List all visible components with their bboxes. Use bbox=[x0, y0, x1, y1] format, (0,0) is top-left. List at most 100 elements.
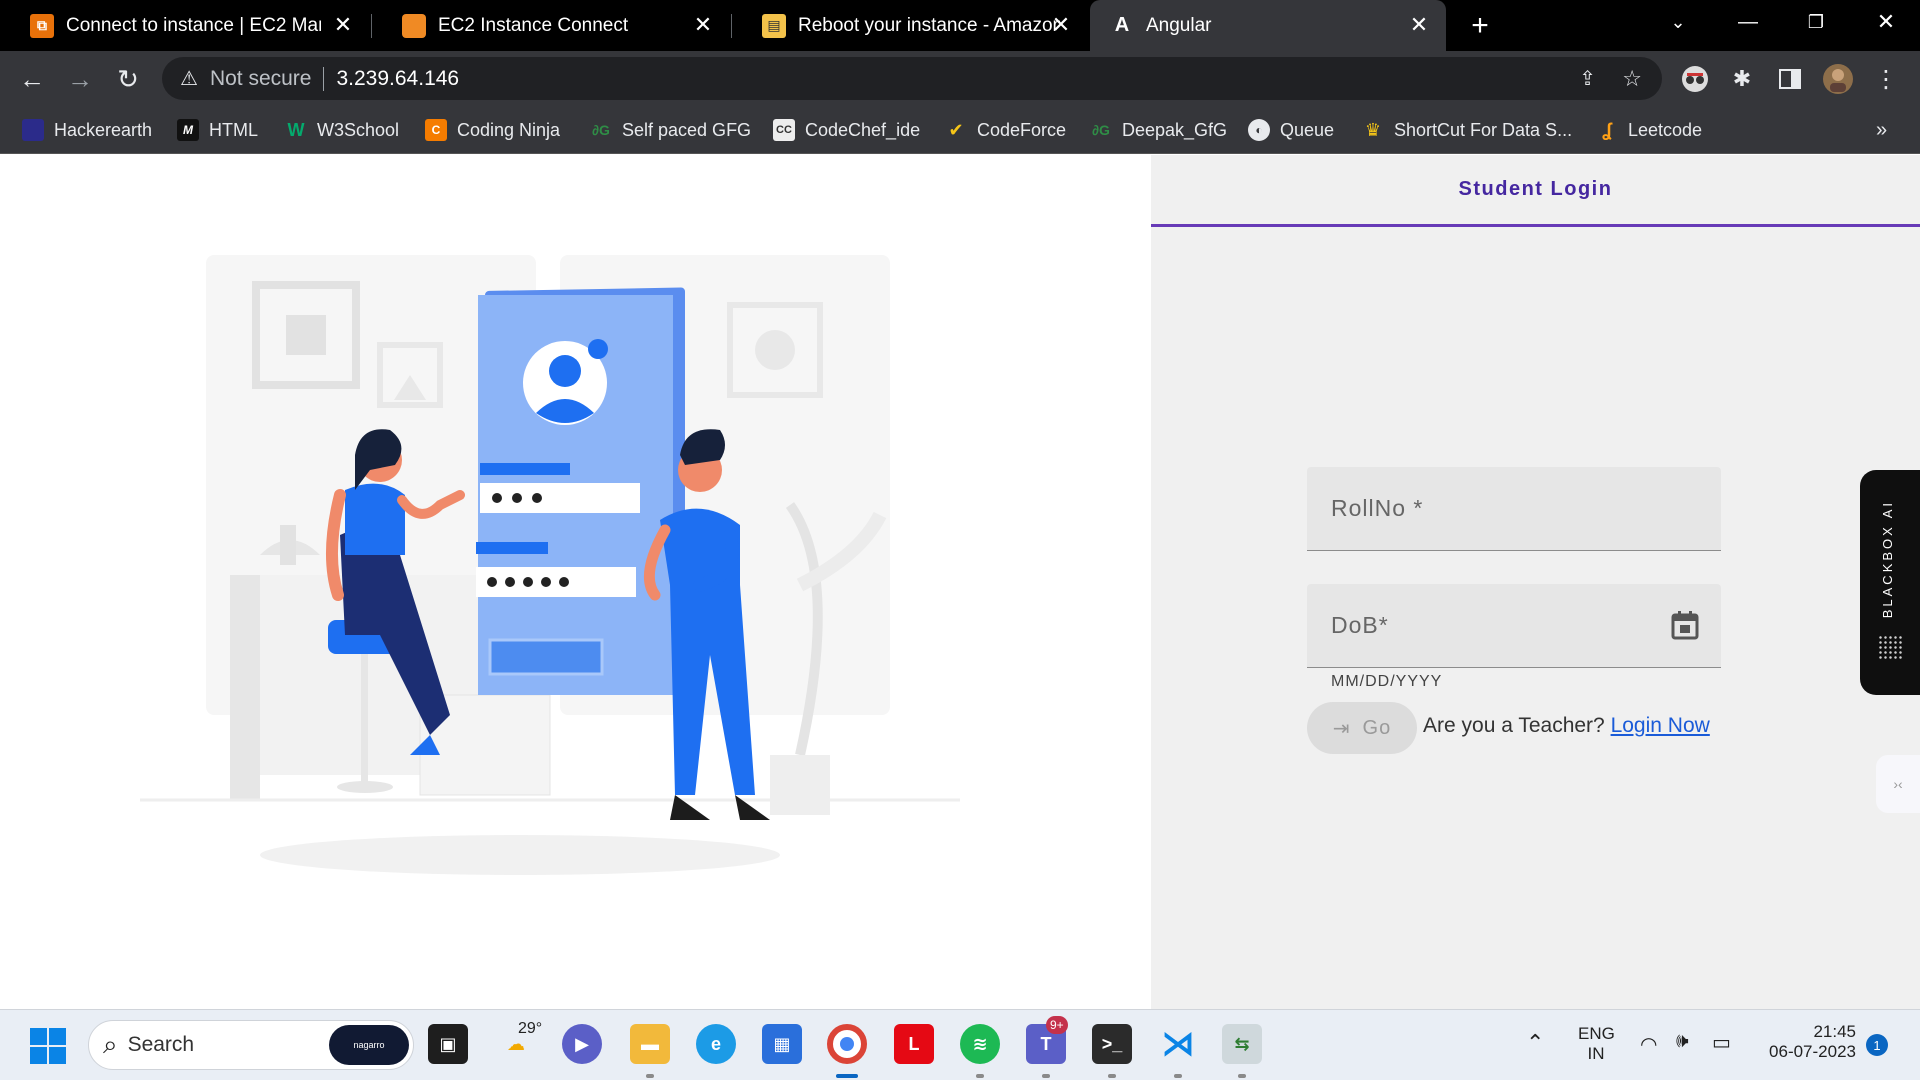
dob-field[interactable]: DoB* bbox=[1307, 584, 1721, 668]
bookmark-coding-ninja[interactable]: C Coding Ninja bbox=[425, 116, 560, 144]
teams-badge: 9+ bbox=[1046, 1016, 1068, 1034]
chrome-icon[interactable] bbox=[827, 1024, 867, 1064]
search-icon: ⌕ bbox=[103, 1029, 118, 1059]
tab-title: Angular bbox=[1146, 14, 1212, 36]
active-indicator bbox=[836, 1074, 858, 1078]
address-bar[interactable]: ⚠ Not secure 3.239.64.146 ⇪ ☆ bbox=[162, 57, 1662, 100]
search-badge: nagarro bbox=[329, 1025, 409, 1065]
spotify-icon[interactable]: ≋ bbox=[960, 1024, 1000, 1064]
search-placeholder: Search bbox=[127, 1033, 195, 1056]
forward-arrow-icon[interactable]: → bbox=[60, 59, 100, 99]
codeforces-icon: ✔ bbox=[948, 119, 964, 140]
angular-icon: A bbox=[1114, 14, 1130, 36]
dob-label: DoB* bbox=[1331, 612, 1389, 638]
taskbar-search[interactable]: ⌕ Search nagarro bbox=[88, 1020, 414, 1070]
task-view-icon[interactable]: ▣ bbox=[428, 1024, 468, 1064]
dob-format-hint: MM/DD/YYYY bbox=[1331, 673, 1443, 690]
bookmark-self-paced-gfg[interactable]: ∂G Self paced GFG bbox=[590, 116, 751, 144]
bookmark-deepak-gfg[interactable]: ∂G Deepak_GfG bbox=[1090, 116, 1227, 144]
bookmark-codechef[interactable]: CC CodeChef_ide bbox=[773, 116, 920, 144]
tray-chevron-icon[interactable]: ⌃ bbox=[1526, 1030, 1544, 1056]
file-explorer-icon[interactable]: ▬ bbox=[630, 1024, 670, 1064]
lang-line-2: IN bbox=[1587, 1044, 1605, 1063]
ms-store-icon[interactable]: ▦ bbox=[762, 1024, 802, 1064]
url-text[interactable]: 3.239.64.146 bbox=[336, 67, 459, 91]
bookmark-label: CodeChef_ide bbox=[805, 119, 921, 140]
profile-avatar-icon[interactable] bbox=[1820, 61, 1856, 97]
html-icon: M bbox=[177, 119, 199, 141]
security-label[interactable]: Not secure bbox=[210, 67, 312, 91]
tab-ec2-connect-instance[interactable]: ⧉ Connect to instance | EC2 Manag ✕ bbox=[0, 0, 370, 51]
close-tab-icon[interactable]: ✕ bbox=[690, 12, 716, 38]
kebab-menu-icon[interactable]: ⋮ bbox=[1868, 61, 1904, 97]
browser-toolbar: ← → ↻ ⚠ Not secure 3.239.64.146 ⇪ ☆ ✱ ⋮ bbox=[0, 51, 1920, 106]
crown-icon: ♛ bbox=[1364, 119, 1382, 140]
tab-title: Connect to instance | EC2 Manag bbox=[66, 14, 321, 36]
l-app-icon[interactable]: L bbox=[894, 1024, 934, 1064]
restore-icon[interactable]: ❐ bbox=[1792, 0, 1840, 44]
share-icon[interactable]: ⇪ bbox=[1579, 66, 1596, 91]
edge-icon[interactable]: e bbox=[696, 1024, 736, 1064]
notification-badge[interactable]: 1 bbox=[1866, 1034, 1888, 1056]
chat-icon[interactable]: ▶ bbox=[562, 1024, 602, 1064]
tab-title: EC2 Instance Connect bbox=[438, 14, 629, 36]
minimize-icon[interactable]: — bbox=[1724, 0, 1772, 44]
bookmark-label: Self paced GFG bbox=[622, 119, 752, 140]
clock-date: 06-07-2023 bbox=[1769, 1042, 1856, 1061]
close-tab-icon[interactable]: ✕ bbox=[1406, 12, 1432, 38]
calendar-icon[interactable] bbox=[1671, 610, 1699, 645]
putty-icon[interactable]: ⇆ bbox=[1222, 1024, 1262, 1064]
language-indicator[interactable]: ENG IN bbox=[1578, 1024, 1615, 1064]
tab-title: Reboot your instance - Amazon E bbox=[798, 14, 1060, 36]
bookmark-queue[interactable]: ◐ Queue bbox=[1248, 116, 1334, 144]
wifi-icon[interactable]: ◠ bbox=[1640, 1032, 1657, 1057]
volume-icon[interactable]: 🕪 bbox=[1676, 1030, 1689, 1053]
bookmark-leetcode[interactable]: ʆ Leetcode bbox=[1596, 116, 1702, 144]
clock[interactable]: 21:45 06-07-2023 bbox=[1760, 1022, 1856, 1062]
terminal-icon[interactable]: >_ bbox=[1092, 1024, 1132, 1064]
reload-icon[interactable]: ↻ bbox=[108, 59, 148, 99]
back-arrow-icon[interactable]: ← bbox=[12, 59, 52, 99]
battery-icon[interactable]: ▭ bbox=[1712, 1030, 1731, 1055]
bookmark-label: W3School bbox=[317, 119, 400, 140]
aws-docs-icon: ▤ bbox=[762, 13, 786, 38]
rollno-field[interactable]: RollNo * bbox=[1307, 467, 1721, 551]
tab-ec2-instance-connect[interactable]: EC2 Instance Connect ✕ bbox=[372, 0, 730, 51]
bookmark-shortcut-data[interactable]: ♛ ShortCut For Data S... bbox=[1362, 116, 1572, 144]
leetcode-icon: ʆ bbox=[1602, 119, 1612, 140]
tab-reboot-instance[interactable]: ▤ Reboot your instance - Amazon E ✕ bbox=[732, 0, 1088, 51]
bookmark-hackerearth[interactable]: Hackerearth bbox=[22, 116, 152, 144]
lang-line-1: ENG bbox=[1578, 1024, 1615, 1043]
bookmark-html[interactable]: M HTML bbox=[177, 116, 258, 144]
tab-angular[interactable]: A Angular ✕ bbox=[1090, 0, 1446, 51]
teacher-login-link[interactable]: Login Now bbox=[1611, 714, 1710, 737]
close-tab-icon[interactable]: ✕ bbox=[330, 12, 356, 38]
side-panel-icon[interactable] bbox=[1772, 61, 1808, 97]
w3school-icon: W bbox=[287, 119, 305, 140]
bookmark-label: HTML bbox=[209, 119, 258, 140]
bookmark-codeforce[interactable]: ✔ CodeForce bbox=[945, 116, 1066, 144]
incognito-extension-icon[interactable] bbox=[1677, 61, 1713, 97]
windows-start-icon[interactable] bbox=[30, 1028, 66, 1069]
hackerearth-icon bbox=[22, 119, 44, 141]
collapse-arrows-icon[interactable]: ›‹ bbox=[1876, 755, 1920, 813]
blackbox-ai-widget[interactable]: BLACKBOX AI bbox=[1860, 470, 1920, 695]
go-button[interactable]: ⇥ Go bbox=[1307, 702, 1417, 754]
more-bookmarks-chevron[interactable]: » bbox=[1876, 116, 1887, 144]
omnibox-divider bbox=[323, 66, 325, 91]
window-close-icon[interactable]: ✕ bbox=[1862, 0, 1910, 44]
extensions-puzzle-icon[interactable]: ✱ bbox=[1724, 61, 1760, 97]
bookmark-label: Leetcode bbox=[1628, 119, 1703, 140]
tab-search-chevron-icon[interactable]: ⌄ bbox=[1654, 0, 1702, 44]
running-indicator bbox=[646, 1074, 654, 1078]
new-tab-button[interactable]: + bbox=[1462, 8, 1498, 44]
warning-triangle-icon[interactable]: ⚠ bbox=[180, 66, 198, 91]
running-indicator bbox=[1238, 1074, 1246, 1078]
tab-student-login[interactable]: Student Login bbox=[1151, 155, 1920, 227]
running-indicator bbox=[1174, 1074, 1182, 1078]
coding-ninja-icon: C bbox=[425, 119, 447, 141]
vscode-icon[interactable]: ⋊ bbox=[1158, 1024, 1198, 1064]
bookmark-star-icon[interactable]: ☆ bbox=[1622, 66, 1642, 92]
close-tab-icon[interactable]: ✕ bbox=[1048, 12, 1074, 38]
bookmark-w3school[interactable]: W W3School bbox=[285, 116, 400, 144]
